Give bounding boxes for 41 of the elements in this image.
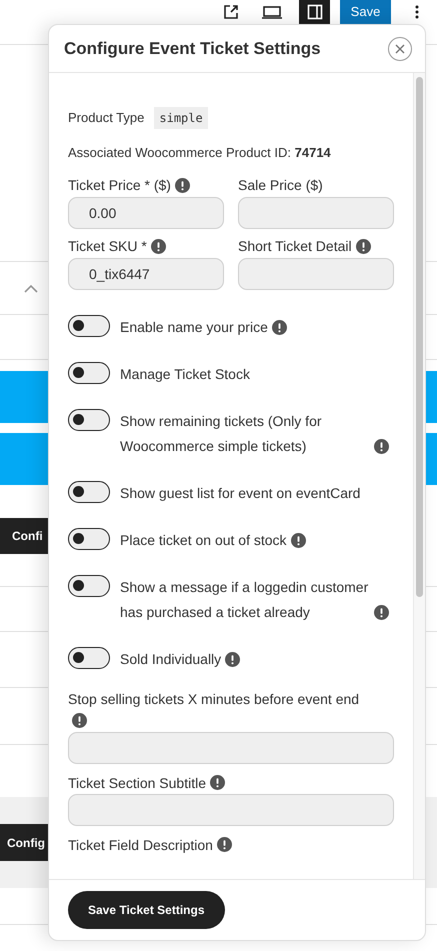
field-label: Sale Price ($) bbox=[238, 176, 323, 195]
toggle-label: Manage Ticket Stock bbox=[120, 364, 250, 384]
field-label: Stop selling tickets X minutes before event end bbox=[68, 690, 360, 706]
laptop-icon[interactable] bbox=[261, 5, 283, 19]
toggle-label: Show remaining tickets (Only for Woocommerce simple tickets) bbox=[120, 412, 323, 456]
text-field[interactable] bbox=[238, 196, 394, 228]
toggle-label: Sold Individually bbox=[120, 650, 222, 669]
toggle-label: Show a message if a loggedin customer has purchased a ticket already bbox=[120, 578, 370, 622]
sidebar-icon bbox=[306, 4, 322, 20]
text-field[interactable] bbox=[68, 794, 394, 826]
field-label: Short Ticket Detail bbox=[238, 237, 352, 256]
text-field[interactable] bbox=[238, 258, 394, 290]
toggle-switch[interactable] bbox=[68, 480, 110, 502]
chevron-up-icon[interactable] bbox=[24, 284, 38, 292]
text-field[interactable] bbox=[68, 732, 394, 764]
close-button[interactable] bbox=[388, 36, 412, 60]
field-label: Ticket SKU * bbox=[68, 237, 147, 256]
toggle-switch[interactable] bbox=[68, 528, 110, 550]
field-label: Ticket Section Subtitle bbox=[68, 774, 206, 790]
toggle-switch[interactable] bbox=[68, 408, 110, 430]
field-label: Ticket Price * ($) bbox=[68, 176, 171, 195]
save-ticket-settings-button[interactable]: Save Ticket Settings bbox=[68, 891, 224, 929]
close-icon bbox=[395, 44, 405, 54]
toggle-switch[interactable] bbox=[68, 574, 110, 596]
product-id-text: Associated Woocommerce Product ID: 74714 bbox=[68, 144, 332, 162]
toggle-label: Enable name your price bbox=[120, 318, 268, 337]
toggle-label: Show guest list for event on eventCard bbox=[120, 484, 360, 503]
toggle-switch[interactable] bbox=[68, 646, 110, 668]
more-options-icon[interactable] bbox=[415, 4, 419, 20]
product-type-value: simple bbox=[154, 107, 208, 129]
product-type-label: Product Type bbox=[68, 109, 144, 128]
save-button[interactable]: Save bbox=[340, 0, 391, 24]
text-field[interactable]: 0_tix6447 bbox=[68, 258, 224, 290]
scrollbar[interactable] bbox=[413, 73, 425, 879]
external-link-icon[interactable] bbox=[223, 4, 239, 20]
toggle-label: Place ticket on out of stock bbox=[120, 530, 287, 550]
toggle-switch[interactable] bbox=[68, 362, 110, 384]
toggle-switch[interactable] bbox=[68, 314, 110, 336]
sidebar-toggle[interactable] bbox=[299, 0, 330, 24]
text-field[interactable]: 0.00 bbox=[68, 196, 224, 228]
modal-title: Configure Event Ticket Settings bbox=[64, 38, 321, 60]
